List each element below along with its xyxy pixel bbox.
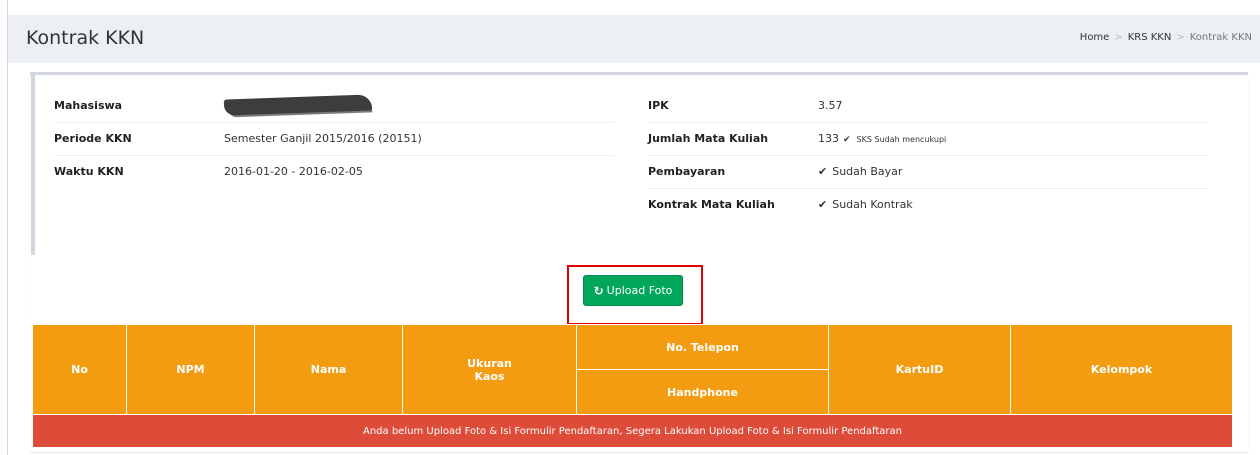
sidebar-edge (0, 0, 8, 455)
check-icon: ✔ (818, 165, 828, 178)
breadcrumb-home[interactable]: Home (1080, 32, 1110, 43)
info-row-kontrak: Kontrak Mata Kuliah ✔ Sudah Kontrak (648, 187, 1208, 221)
breadcrumb-krs-kkn[interactable]: KRS KKN (1128, 32, 1172, 43)
sks-count: 133 (818, 132, 839, 145)
col-header-kelompok: Kelompok (1010, 324, 1233, 415)
page-title: Kontrak KKN (26, 27, 145, 49)
info-label: Waktu KKN (54, 154, 224, 188)
breadcrumb-separator: > (1176, 32, 1185, 43)
info-label: Kontrak Mata Kuliah (648, 187, 818, 221)
info-row-periode: Periode KKN Semester Ganjil 2015/2016 (2… (54, 121, 614, 155)
info-label: Periode KKN (54, 121, 224, 155)
col-header-telepon: No. Telepon (576, 324, 829, 370)
academic-info-table: IPK 3.57 Jumlah Mata Kuliah 133 ✔ SKS Suda… (648, 89, 1208, 221)
check-icon: ✔ (818, 198, 828, 212)
col-header-handphone: Handphone (576, 369, 829, 415)
participant-table: No NPM Nama Ukuran Kaos No. Telepon Kart… (32, 324, 1233, 448)
breadcrumb-current: Kontrak KKN (1189, 32, 1252, 43)
info-row-mahasiswa: Mahasiswa (54, 89, 614, 122)
col-header-kartu-id: KartuID (828, 324, 1011, 415)
info-label: Jumlah Mata Kuliah (648, 121, 818, 155)
info-row-waktu: Waktu KKN 2016-01-20 - 2016-02-05 (54, 154, 614, 188)
content-header: Kontrak KKN Home > KRS KKN > Kontrak KKN (8, 15, 1260, 63)
refresh-icon: ↻ (593, 283, 604, 298)
redacted-name-mark (223, 94, 373, 116)
info-row-jumlah-mk: Jumlah Mata Kuliah 133 ✔ SKS Sudah mencuku… (648, 121, 1208, 155)
info-value: 3.57 (818, 98, 843, 112)
info-value: 2016-01-20 - 2016-02-05 (224, 154, 614, 188)
check-icon: ✔ (843, 135, 851, 145)
info-label: Pembayaran (648, 154, 818, 188)
table-row: Anda belum Upload Foto & Isi Formulir Pe… (32, 414, 1233, 448)
info-label: Mahasiswa (54, 98, 123, 112)
upload-foto-button[interactable]: ↻ Upload Foto (583, 275, 683, 306)
info-label: IPK (648, 98, 669, 112)
kontrak-box: Mahasiswa Periode KKN Semester Ganjil 20… (30, 72, 1248, 452)
payment-status: Sudah Bayar (832, 165, 903, 178)
ukuran-label: Ukuran (467, 356, 512, 370)
info-value: ✔ Sudah Bayar (818, 154, 1208, 188)
info-value: Semester Ganjil 2015/2016 (20151) (224, 121, 614, 155)
table-header-row: No NPM Nama Ukuran Kaos No. Telepon Kart… (32, 324, 1233, 415)
breadcrumb-separator: > (1114, 32, 1123, 43)
box-left-bar (31, 75, 35, 255)
upload-foto-label: Upload Foto (606, 284, 673, 297)
info-value: ✔ Sudah Kontrak (818, 187, 1208, 221)
contract-status: Sudah Kontrak (832, 198, 913, 212)
col-header-nama: Nama (254, 324, 403, 415)
student-info-table: Mahasiswa Periode KKN Semester Ganjil 20… (54, 89, 614, 188)
col-header-ukuran-kaos: Ukuran Kaos (402, 324, 577, 415)
upload-warning-alert: Anda belum Upload Foto & Isi Formulir Pe… (32, 414, 1233, 448)
col-header-npm: NPM (126, 324, 255, 415)
info-value: 133 ✔ SKS Sudah mencukupi (818, 121, 1208, 155)
breadcrumb: Home > KRS KKN > Kontrak KKN (1080, 32, 1252, 43)
col-header-no: No (32, 324, 127, 415)
kaos-label: Kaos (474, 369, 505, 383)
info-row-pembayaran: Pembayaran ✔ Sudah Bayar (648, 154, 1208, 188)
sks-note: SKS Sudah mencukupi (856, 135, 947, 144)
info-value (223, 89, 614, 122)
info-row-ipk: IPK 3.57 (648, 89, 1208, 122)
